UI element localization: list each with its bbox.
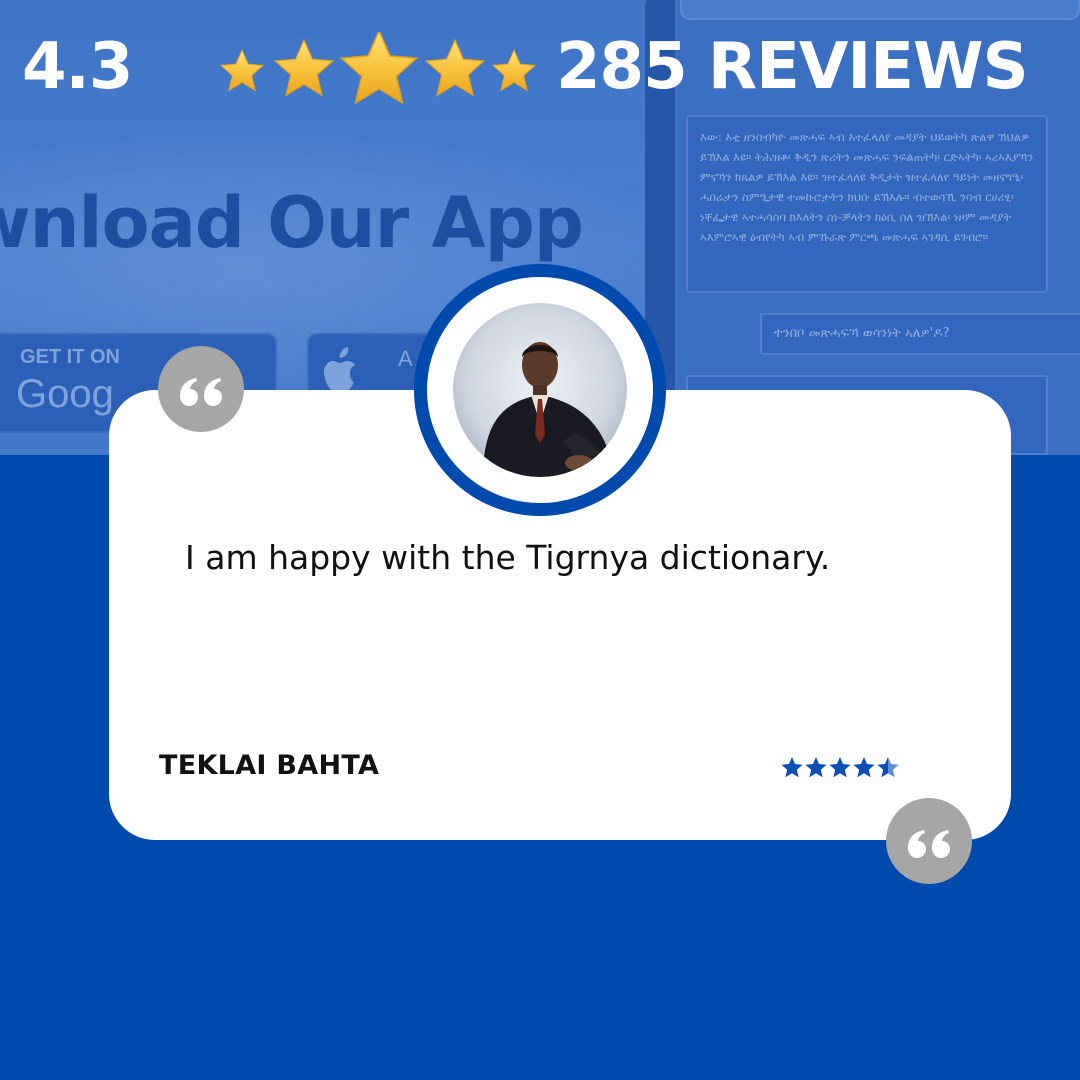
reviewer-name: TEKLAI BAHTA [159,750,380,781]
close-quote-icon [886,798,972,884]
tigrinya-question: ተንበቦ መጽሓፍኻ ወሳንነት ኣለዎ'ዶ? [760,313,1080,355]
star-icon [273,38,335,97]
background-headline: wnload Our App [0,182,584,264]
overall-rating-stars [219,32,537,105]
overall-rating-value: 4.3 [22,30,133,104]
star-icon [219,48,265,92]
avatar [453,303,627,477]
review-count: 285 REVIEWS [556,30,1029,104]
half-star-icon [877,757,899,778]
app-store-text: A [398,346,413,371]
star-icon [491,48,537,92]
phone-mockup-topbar [680,0,1080,20]
review-text: I am happy with the Tigrnya dictionary. [185,538,831,577]
tigrinya-paragraph: እው: እቲ ዘንበብካዮ መጽሓፍ ኣብ እተፈላለየ መዳያት ህይወትካ … [686,115,1048,293]
google-play-big-text: Goog [16,372,114,416]
reviewer-rating-stars [781,757,899,778]
star-icon [424,38,486,97]
star-icon [829,757,851,778]
star-icon [781,757,803,778]
star-icon [805,757,827,778]
star-icon [853,757,875,778]
star-icon [339,32,419,105]
open-quote-icon [158,346,244,432]
google-play-small-text: GET IT ON [20,346,120,368]
